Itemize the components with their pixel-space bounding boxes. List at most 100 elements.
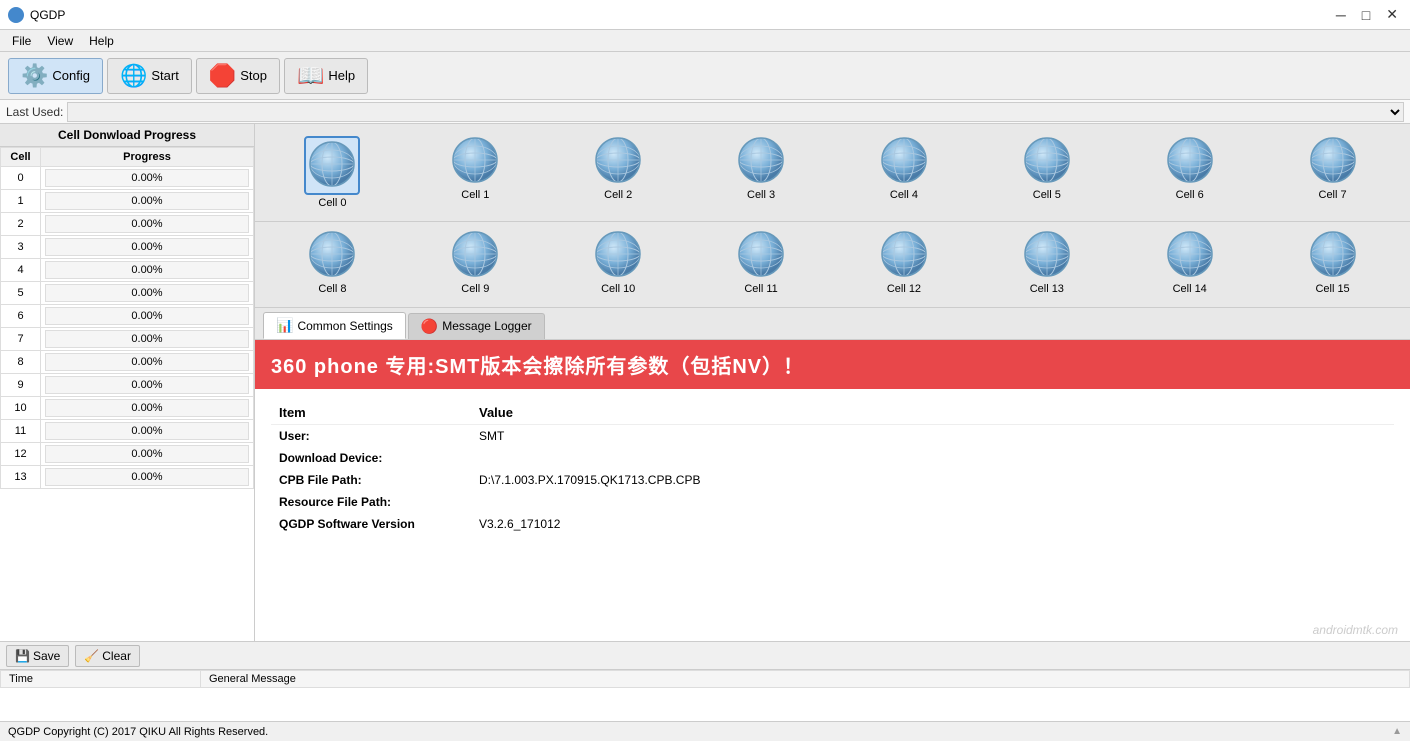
cell-number: 10 <box>1 397 41 420</box>
item-col-header: Item <box>271 401 471 425</box>
globe-icon-7 <box>1309 136 1357 187</box>
save-label: Save <box>33 649 60 663</box>
cell-grid-item-6[interactable]: Cell 6 <box>1120 132 1259 213</box>
cell-progress: 0.00% <box>41 374 254 397</box>
cell-progress: 0.00% <box>41 351 254 374</box>
cell-grid-item-2[interactable]: Cell 2 <box>549 132 688 213</box>
cell-grid-item-8[interactable]: Cell 8 <box>263 226 402 299</box>
message-logger-label: Message Logger <box>442 319 531 333</box>
cell-number: 6 <box>1 305 41 328</box>
log-table: Time General Message <box>0 670 1410 721</box>
left-panel: Cell Donwload Progress Cell Progress 0 0… <box>0 124 255 641</box>
cell-grid-label-4: Cell 4 <box>890 189 918 201</box>
clear-label: Clear <box>102 649 131 663</box>
cell-grid-label-0: Cell 0 <box>318 197 346 209</box>
cell-grid-label-2: Cell 2 <box>604 189 632 201</box>
clear-icon: 🧹 <box>84 649 99 663</box>
setting-item-3: Resource File Path: <box>271 491 471 513</box>
cell-grid-label-1: Cell 1 <box>461 189 489 201</box>
settings-table-area: Item Value User: SMT Download Device: CP… <box>255 389 1410 619</box>
cell-grid-item-12[interactable]: Cell 12 <box>835 226 974 299</box>
cell-number: 5 <box>1 282 41 305</box>
save-button[interactable]: 💾 Save <box>6 645 69 667</box>
bottom-area: 💾 Save 🧹 Clear Time General Message <box>0 641 1410 721</box>
cell-grid-item-14[interactable]: Cell 14 <box>1120 226 1259 299</box>
last-used-select[interactable] <box>67 102 1404 122</box>
minimize-button[interactable]: ─ <box>1332 6 1350 23</box>
cell-number: 3 <box>1 236 41 259</box>
setting-value-1 <box>471 447 1394 469</box>
setting-item-0: User: <box>271 425 471 448</box>
cell-row-11: 11 0.00% <box>1 420 254 443</box>
cell-grid-item-1[interactable]: Cell 1 <box>406 132 545 213</box>
menu-file[interactable]: File <box>4 32 39 50</box>
status-bar: QGDP Copyright (C) 2017 QIKU All Rights … <box>0 721 1410 741</box>
setting-value-0: SMT <box>471 425 1394 448</box>
globe-icon-15 <box>1309 230 1357 281</box>
globe-icon-12 <box>880 230 928 281</box>
cell-grid-label-10: Cell 10 <box>601 283 635 295</box>
globe-icon-1 <box>451 136 499 187</box>
cell-grid-item-5[interactable]: Cell 5 <box>977 132 1116 213</box>
cell-progress: 0.00% <box>41 420 254 443</box>
cell-grid-row1: Cell 0 Cell 1 <box>255 124 1410 222</box>
cell-number: 8 <box>1 351 41 374</box>
cell-grid-item-10[interactable]: Cell 10 <box>549 226 688 299</box>
settings-row-3: Resource File Path: <box>271 491 1394 513</box>
cell-grid-item-15[interactable]: Cell 15 <box>1263 226 1402 299</box>
copyright-text: QGDP Copyright (C) 2017 QIKU All Rights … <box>8 726 268 738</box>
stop-button[interactable]: 🛑 Stop <box>196 58 280 94</box>
cell-row-0: 0 0.00% <box>1 167 254 190</box>
message-col-header: General Message <box>201 671 1410 688</box>
cell-row-5: 5 0.00% <box>1 282 254 305</box>
cell-row-8: 8 0.00% <box>1 351 254 374</box>
tab-common-settings[interactable]: 📊 Common Settings <box>263 312 406 339</box>
tab-message-logger[interactable]: 🔴 Message Logger <box>408 313 545 339</box>
start-label: Start <box>151 68 178 83</box>
cell-grid-item-3[interactable]: Cell 3 <box>692 132 831 213</box>
app-title: QGDP <box>30 8 65 22</box>
cell-progress: 0.00% <box>41 167 254 190</box>
help-label: Help <box>328 68 355 83</box>
cell-row-13: 13 0.00% <box>1 466 254 489</box>
cell-grid-item-4[interactable]: Cell 4 <box>835 132 974 213</box>
maximize-button[interactable]: □ <box>1358 6 1374 23</box>
cell-progress: 0.00% <box>41 397 254 420</box>
cell-progress: 0.00% <box>41 443 254 466</box>
cell-grid-item-0[interactable]: Cell 0 <box>263 132 402 213</box>
menu-help[interactable]: Help <box>81 32 122 50</box>
cell-number: 7 <box>1 328 41 351</box>
setting-item-2: CPB File Path: <box>271 469 471 491</box>
scrollbar-indicator: ▲ <box>1392 726 1402 737</box>
cell-row-10: 10 0.00% <box>1 397 254 420</box>
cell-grid-label-7: Cell 7 <box>1319 189 1347 201</box>
clear-button[interactable]: 🧹 Clear <box>75 645 140 667</box>
menu-view[interactable]: View <box>39 32 81 50</box>
cell-number: 9 <box>1 374 41 397</box>
cell-grid-label-15: Cell 15 <box>1315 283 1349 295</box>
cell-progress: 0.00% <box>41 466 254 489</box>
help-button[interactable]: 📖 Help <box>284 58 368 94</box>
content-panel: 360 phone 专用:SMT版本会擦除所有参数（包括NV）！ Item Va… <box>255 340 1410 641</box>
globe-icon-5 <box>1023 136 1071 187</box>
config-button[interactable]: ⚙️ Config <box>8 58 103 94</box>
close-button[interactable]: ✕ <box>1382 6 1402 23</box>
globe-icon-14 <box>1166 230 1214 281</box>
cell-number: 0 <box>1 167 41 190</box>
stop-icon: 🛑 <box>209 63 236 89</box>
cell-grid-label-5: Cell 5 <box>1033 189 1061 201</box>
start-button[interactable]: 🌐 Start <box>107 58 192 94</box>
stop-label: Stop <box>240 68 267 83</box>
cell-grid-item-7[interactable]: Cell 7 <box>1263 132 1402 213</box>
cell-progress: 0.00% <box>41 305 254 328</box>
cell-grid-item-11[interactable]: Cell 11 <box>692 226 831 299</box>
menu-bar: File View Help <box>0 30 1410 52</box>
cell-grid-item-9[interactable]: Cell 9 <box>406 226 545 299</box>
window-controls: ─ □ ✕ <box>1332 6 1402 23</box>
save-icon: 💾 <box>15 649 30 663</box>
message-logger-icon: 🔴 <box>421 318 438 335</box>
cell-grid-item-13[interactable]: Cell 13 <box>977 226 1116 299</box>
tabs-bar: 📊 Common Settings 🔴 Message Logger <box>255 308 1410 340</box>
cell-grid-label-9: Cell 9 <box>461 283 489 295</box>
watermark: androidmtk.com <box>255 619 1410 641</box>
